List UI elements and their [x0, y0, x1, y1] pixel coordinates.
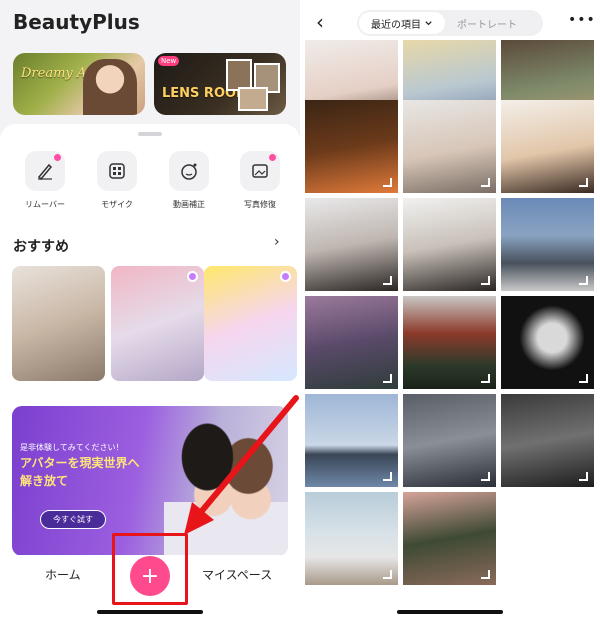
tab-label: 最近の項目 [371, 19, 421, 31]
home-indicator [397, 610, 503, 614]
photo-thumb[interactable] [305, 296, 398, 389]
photo-thumb[interactable] [501, 296, 594, 389]
album-switcher: 最近の項目 ポートレート [357, 10, 543, 36]
photo-thumb[interactable] [403, 492, 496, 585]
photo-thumb[interactable] [403, 296, 496, 389]
photo-thumb[interactable] [403, 394, 496, 487]
photo-thumb[interactable] [403, 100, 496, 193]
photo-thumb[interactable] [305, 394, 398, 487]
photo-thumb[interactable] [403, 198, 496, 291]
more-icon[interactable]: ••• [568, 12, 596, 28]
photo-thumb[interactable] [305, 100, 398, 193]
tab-portrait[interactable]: ポートレート [457, 16, 517, 31]
photo-thumb[interactable] [501, 100, 594, 193]
photo-picker: ‹ 最近の項目 ポートレート ••• [300, 0, 600, 619]
back-icon[interactable]: ‹ [316, 10, 324, 34]
tab-recent[interactable]: 最近の項目 [359, 12, 445, 34]
chevron-down-icon [425, 20, 432, 25]
photo-thumb[interactable] [501, 394, 594, 487]
photo-thumb[interactable] [305, 492, 398, 585]
photo-thumb[interactable] [305, 198, 398, 291]
photo-thumb[interactable] [501, 198, 594, 291]
